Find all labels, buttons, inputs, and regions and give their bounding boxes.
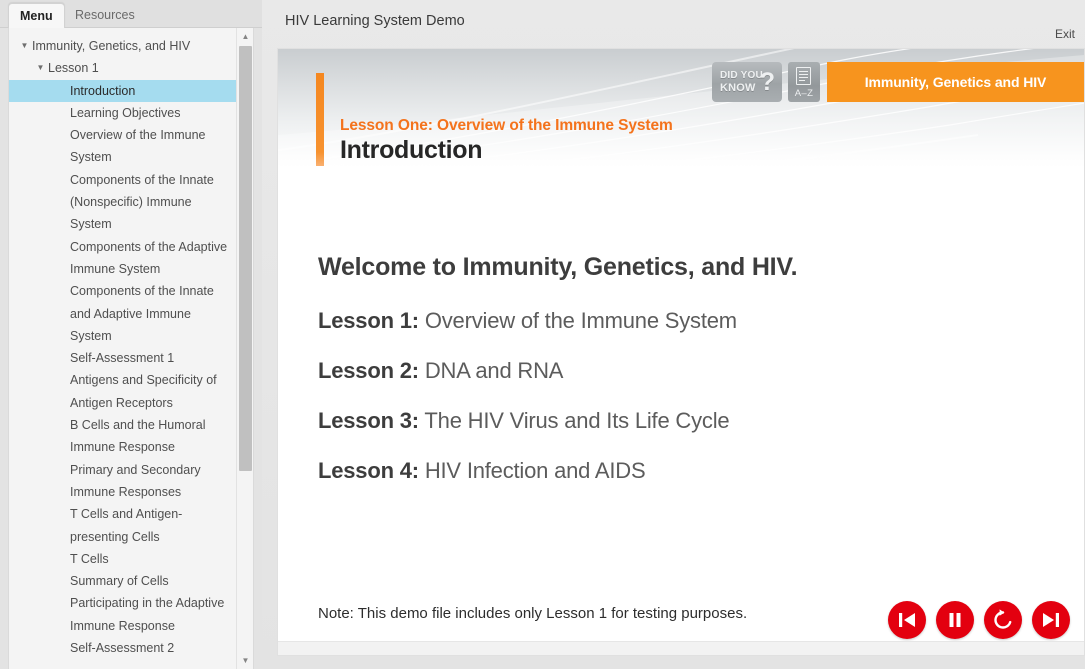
lesson-line-4-title: HIV Infection and AIDS	[424, 458, 646, 483]
menu-tree-item[interactable]: Self-Assessment 1	[9, 347, 237, 369]
menu-tree-item-label: Immunity, Genetics, and HIV	[32, 39, 191, 53]
replay-button[interactable]	[984, 601, 1022, 639]
lesson-line-1-label: Lesson 1:	[318, 308, 419, 333]
did-you-know-line2: KNOW	[720, 82, 756, 94]
scroll-up-arrow-icon[interactable]: ▲	[237, 28, 253, 45]
menu-tree-item[interactable]: Overview of the Immune System	[9, 124, 237, 169]
menu-tree-item-label: T Cells	[70, 551, 109, 566]
menu-tree-item[interactable]: ▼ Lesson 1	[9, 57, 237, 79]
menu-tree-item[interactable]: B Cells and the Humoral Immune Response	[9, 414, 237, 459]
menu-tree-item-label: Primary and Secondary Immune Responses	[70, 462, 201, 499]
did-you-know-line1: DID YOU	[720, 70, 763, 81]
menu-tree-item[interactable]: T Cells	[9, 548, 237, 570]
menu-tree-item[interactable]: T Cells and Antigen-presenting Cells	[9, 503, 237, 548]
glossary-label: A–Z	[794, 88, 814, 99]
menu-tree-item[interactable]: Introduction	[9, 79, 237, 102]
menu-tabbar: Menu Resources	[0, 0, 262, 28]
menu-scrollbar[interactable]: ▲ ▼	[236, 28, 253, 669]
menu-tree-item[interactable]: Self-Assessment 2	[9, 637, 237, 659]
chevron-down-icon[interactable]: ▼	[33, 57, 48, 79]
menu-tree-item-label: Summary of Cells Participating in the Ad…	[70, 574, 225, 633]
lesson-line-1-title: Overview of the Immune System	[424, 308, 737, 333]
menu-tree-item-label: Antigens and Specificity of Antigen Rece…	[70, 373, 217, 410]
lesson-line-1: Lesson 1: Overview of the Immune System	[318, 308, 737, 334]
menu-tree-item[interactable]: Components of the Adaptive Immune System	[9, 236, 237, 281]
slide-status-strip	[278, 641, 1084, 655]
menu-tree-item-label: Self-Assessment 1	[70, 351, 175, 366]
menu-tree-item-label: Overview of the Immune System	[70, 128, 206, 165]
menu-tree-item[interactable]: Learning Objectives	[9, 102, 237, 124]
elearning-player-window: Menu Resources ▼ Immunity, Genetics, and …	[0, 0, 1085, 669]
player-controls	[888, 601, 1070, 639]
tab-resources[interactable]: Resources	[64, 3, 146, 28]
menu-tree-item[interactable]: ▼ Immunity, Genetics, and HIV	[9, 35, 237, 57]
lesson-line-3: Lesson 3: The HIV Virus and Its Life Cyc…	[318, 408, 730, 434]
next-button[interactable]	[1032, 601, 1070, 639]
lesson-line-2-label: Lesson 2:	[318, 358, 419, 383]
menu-tree-item[interactable]: Components of the Innate and Adaptive Im…	[9, 280, 237, 347]
slide-heading: Introduction	[340, 136, 483, 164]
tab-menu[interactable]: Menu	[8, 3, 65, 28]
lesson-line-4-label: Lesson 4:	[318, 458, 419, 483]
lesson-line-3-title: The HIV Virus and Its Life Cycle	[424, 408, 730, 433]
menu-tree-container: ▼ Immunity, Genetics, and HIV ▼ Lesson 1 Int…	[8, 28, 254, 669]
menu-tree-item[interactable]: Antigens and Specificity of Antigen Rece…	[9, 369, 237, 414]
next-icon	[1043, 613, 1059, 627]
slide: Lesson One: Overview of the Immune Syste…	[278, 49, 1084, 655]
menu-tree-item-label: Components of the Innate and Adaptive Im…	[70, 284, 214, 343]
course-title-chip[interactable]: Immunity, Genetics and HIV	[827, 62, 1084, 102]
menu-tree-item[interactable]: Summary of Cells Participating in the Ad…	[9, 570, 237, 637]
menu-tree-item-label: Self-Assessment 2	[70, 641, 175, 656]
menu-tree-item[interactable]: Components of the Innate (Nonspecific) I…	[9, 169, 237, 236]
page-title: HIV Learning System Demo	[285, 13, 465, 29]
menu-tree-item-label: Introduction	[70, 83, 136, 98]
welcome-heading: Welcome to Immunity, Genetics, and HIV.	[318, 253, 798, 281]
question-mark-icon: ?	[759, 68, 775, 96]
menu-tree-item-label: Components of the Innate (Nonspecific) I…	[70, 172, 214, 232]
demo-note: Note: This demo file includes only Lesso…	[318, 605, 748, 622]
document-icon	[796, 67, 811, 85]
previous-button[interactable]	[888, 601, 926, 639]
menu-tree-item-label: T Cells and Antigen-presenting Cells	[70, 507, 183, 544]
scrollbar-thumb[interactable]	[239, 46, 252, 471]
banner-accent-bar	[316, 73, 324, 166]
menu-tree: ▼ Immunity, Genetics, and HIV ▼ Lesson 1 Int…	[9, 28, 237, 659]
lesson-eyebrow: Lesson One: Overview of the Immune Syste…	[340, 117, 673, 134]
scroll-down-arrow-icon[interactable]: ▼	[237, 652, 253, 669]
menu-tree-item-label: Learning Objectives	[70, 105, 181, 120]
menu-panel: Menu Resources ▼ Immunity, Genetics, and …	[0, 0, 262, 669]
lesson-line-4: Lesson 4: HIV Infection and AIDS	[318, 458, 646, 484]
previous-icon	[899, 613, 915, 627]
menu-tree-item-label: B Cells and the Humoral Immune Response	[70, 418, 206, 455]
menu-tree-item-label: Components of the Adaptive Immune System	[70, 239, 228, 276]
stage: HIV Learning System Demo Exit Lesson One…	[262, 0, 1085, 669]
did-you-know-button[interactable]: DID YOU KNOW ?	[712, 62, 782, 102]
lesson-line-2-title: DNA and RNA	[424, 358, 564, 383]
menu-tree-item[interactable]: Primary and Secondary Immune Responses	[9, 459, 237, 504]
lesson-line-3-label: Lesson 3:	[318, 408, 419, 433]
replay-icon	[994, 609, 1012, 629]
menu-tree-item-label: Lesson 1	[48, 61, 99, 76]
slide-body: Welcome to Immunity, Genetics, and HIV. …	[278, 168, 1084, 655]
pause-icon	[949, 613, 961, 627]
glossary-button[interactable]: A–Z	[788, 62, 820, 102]
pause-button[interactable]	[936, 601, 974, 639]
exit-button[interactable]: Exit	[1055, 27, 1075, 41]
chevron-down-icon[interactable]: ▼	[17, 35, 32, 57]
slide-banner: Lesson One: Overview of the Immune Syste…	[278, 49, 1084, 168]
lesson-line-2: Lesson 2: DNA and RNA	[318, 358, 563, 384]
